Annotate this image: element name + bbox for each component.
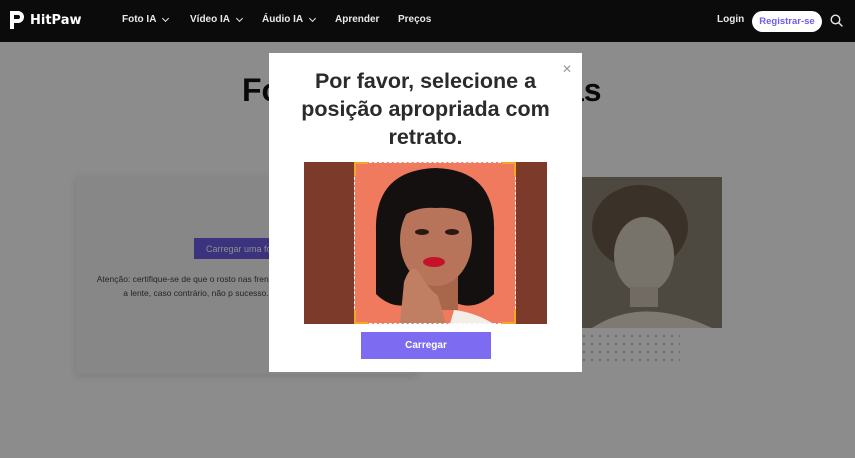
nav-item-label: Preços <box>398 14 432 25</box>
brand-name: HitPaw <box>30 12 82 28</box>
crop-handle-top-right[interactable] <box>502 162 516 176</box>
nav-item-label: Aprender <box>335 14 380 25</box>
crop-modal: ✕ Por favor, selecione a posição apropri… <box>269 53 582 372</box>
nav-item-label: Vídeo IA <box>190 14 231 25</box>
nav-item-foto-ia[interactable]: Foto IA <box>122 14 170 25</box>
crop-handle-top-left[interactable] <box>354 162 368 176</box>
chevron-down-icon <box>162 14 170 22</box>
nav-item-label: Foto IA <box>122 14 157 25</box>
login-link[interactable]: Login <box>717 14 744 25</box>
crop-handle-bottom-right[interactable] <box>502 310 516 324</box>
nav-item-precos[interactable]: Preços <box>398 14 431 25</box>
upload-button[interactable]: Carregar <box>361 332 491 359</box>
hitpaw-logo-icon <box>10 11 24 29</box>
nav-item-video-ia[interactable]: Vídeo IA <box>190 14 244 25</box>
chevron-down-icon <box>309 14 317 22</box>
search-icon[interactable] <box>830 14 843 27</box>
nav-item-audio-ia[interactable]: Áudio IA <box>262 14 317 25</box>
nav-item-aprender[interactable]: Aprender <box>335 14 379 25</box>
modal-title: Por favor, selecione a posição apropriad… <box>301 69 550 149</box>
crop-handle-bottom-left[interactable] <box>354 310 368 324</box>
chevron-down-icon <box>235 14 244 22</box>
crop-area <box>304 162 547 324</box>
brand-logo[interactable]: HitPaw <box>8 9 82 31</box>
crop-selection-border <box>354 162 516 324</box>
register-button[interactable]: Registrar-se <box>752 11 822 32</box>
top-navbar: HitPaw Foto IA Vídeo IA Áudio IA Aprende… <box>0 0 855 42</box>
nav-item-label: Áudio IA <box>262 14 304 25</box>
